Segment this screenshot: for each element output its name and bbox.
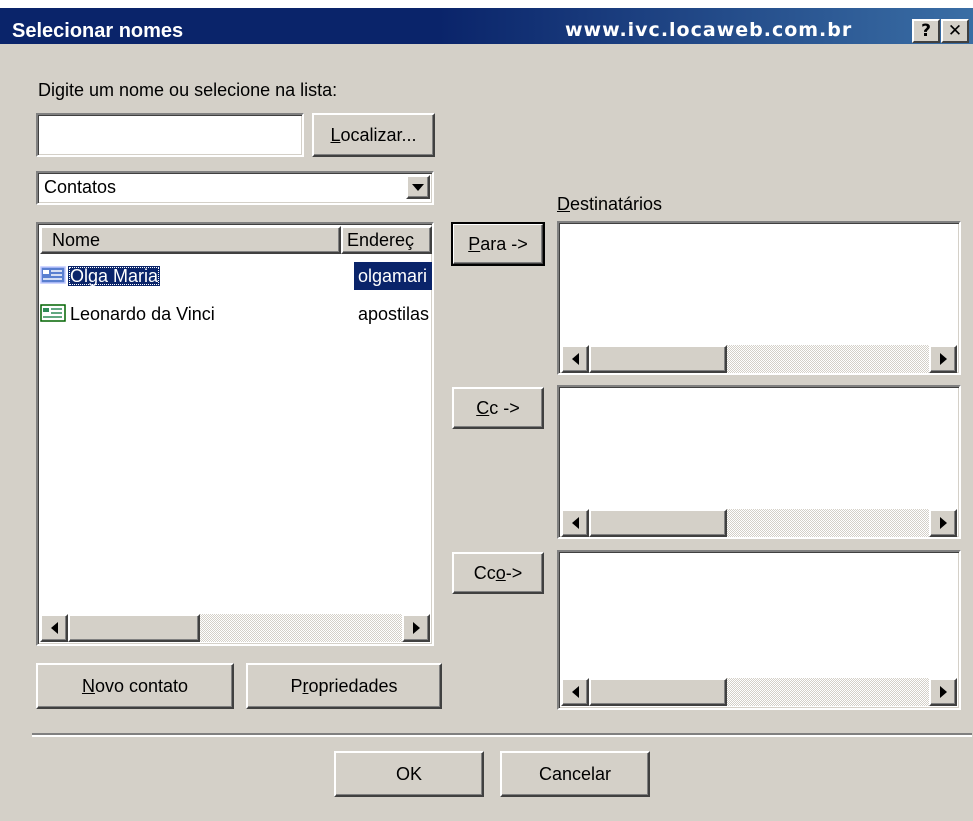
to-button[interactable]: Para -> bbox=[451, 222, 545, 266]
new-contact-mnemonic: N bbox=[81, 675, 95, 696]
search-prompt-label: Digite um nome ou selecione na lista: bbox=[38, 80, 338, 100]
column-header-address[interactable]: Endereç bbox=[341, 226, 432, 254]
arrow-left-icon bbox=[571, 517, 579, 529]
cc-recipients-field[interactable] bbox=[557, 385, 961, 539]
arrow-right-icon bbox=[939, 517, 947, 529]
cc-button[interactable]: Cc -> bbox=[452, 387, 544, 429]
to-button-label: ara -> bbox=[480, 233, 528, 254]
close-button[interactable]: ✕ bbox=[941, 19, 969, 43]
dropdown-arrow-button[interactable] bbox=[406, 175, 430, 199]
help-button[interactable]: ? bbox=[912, 19, 940, 43]
properties-button[interactable]: Pr opriedades bbox=[246, 663, 442, 709]
to-recipients-field[interactable] bbox=[557, 221, 961, 375]
contact-card-icon bbox=[40, 266, 66, 284]
arrow-right-icon bbox=[939, 686, 947, 698]
arrow-left-icon bbox=[571, 686, 579, 698]
arrow-right-icon bbox=[412, 622, 420, 634]
scroll-left-button[interactable] bbox=[561, 345, 589, 373]
to-button-mnemonic: P bbox=[468, 233, 481, 254]
contacts-hscrollbar[interactable] bbox=[40, 614, 430, 642]
contact-address: olgamari bbox=[354, 262, 432, 290]
bcc-button-label-start: Cc bbox=[473, 562, 496, 583]
find-button[interactable]: Localizar... bbox=[312, 113, 435, 157]
address-book-select[interactable]: Contatos bbox=[36, 171, 434, 205]
contact-name: Leonardo da Vinci bbox=[70, 304, 215, 324]
properties-label-start: P bbox=[290, 675, 303, 696]
scroll-thumb[interactable] bbox=[589, 509, 727, 537]
contact-row[interactable]: Leonardo da Vinci apostilas bbox=[40, 300, 432, 328]
address-book-selected: Contatos bbox=[44, 177, 117, 197]
contacts-list[interactable]: Nome Endereç Olga Maria olgamari Leonard… bbox=[36, 222, 434, 646]
cc-button-mnemonic: C bbox=[476, 397, 490, 418]
ok-button[interactable]: OK bbox=[334, 751, 484, 797]
scroll-right-button[interactable] bbox=[929, 345, 957, 373]
scroll-right-button[interactable] bbox=[402, 614, 430, 642]
scroll-thumb[interactable] bbox=[589, 678, 727, 706]
footer-separator-highlight bbox=[32, 735, 972, 737]
arrow-left-icon bbox=[50, 622, 58, 634]
select-names-dialog: Selecionar nomes www.ivc.locaweb.com.br … bbox=[0, 0, 973, 821]
scroll-right-button[interactable] bbox=[929, 678, 957, 706]
cc-button-label: c -> bbox=[489, 397, 520, 418]
cancel-button[interactable]: Cancelar bbox=[500, 751, 650, 797]
scroll-thumb[interactable] bbox=[68, 614, 200, 642]
contact-row[interactable]: Olga Maria olgamari bbox=[40, 262, 432, 290]
scroll-left-button[interactable] bbox=[561, 678, 589, 706]
bcc-button-label-end: -> bbox=[505, 562, 523, 583]
scroll-right-button[interactable] bbox=[929, 509, 957, 537]
bcc-button-mnemonic: o bbox=[495, 562, 506, 583]
contact-card-icon bbox=[40, 304, 66, 322]
new-contact-label: ovo contato bbox=[94, 675, 189, 696]
chevron-down-icon bbox=[412, 183, 424, 191]
scroll-left-button[interactable] bbox=[40, 614, 68, 642]
find-button-mnemonic: L bbox=[330, 124, 341, 145]
to-hscrollbar[interactable] bbox=[561, 345, 957, 373]
column-header-name[interactable]: Nome bbox=[40, 226, 341, 254]
scroll-left-button[interactable] bbox=[561, 509, 589, 537]
bcc-hscrollbar[interactable] bbox=[561, 678, 957, 706]
title-bar: Selecionar nomes www.ivc.locaweb.com.br … bbox=[0, 0, 973, 44]
bcc-button[interactable]: Cc o -> bbox=[452, 552, 544, 594]
recipients-label-text: estinatários bbox=[570, 194, 663, 214]
close-icon: ✕ bbox=[947, 21, 963, 41]
title-url-text: www.ivc.locaweb.com.br bbox=[565, 19, 853, 41]
contact-name: Olga Maria bbox=[68, 266, 161, 286]
arrow-right-icon bbox=[939, 353, 947, 365]
scroll-thumb[interactable] bbox=[589, 345, 727, 373]
bcc-recipients-field[interactable] bbox=[557, 550, 961, 710]
new-contact-button[interactable]: Novo contato bbox=[36, 663, 234, 709]
contact-address: apostilas bbox=[358, 304, 430, 324]
find-button-label: ocalizar... bbox=[340, 124, 417, 145]
properties-label-end: opriedades bbox=[308, 675, 398, 696]
cc-hscrollbar[interactable] bbox=[561, 509, 957, 537]
arrow-left-icon bbox=[571, 353, 579, 365]
window-title: Selecionar nomes bbox=[12, 20, 184, 42]
name-search-input[interactable] bbox=[36, 113, 304, 157]
recipients-label: Destinatários bbox=[557, 194, 662, 215]
recipients-label-mnemonic: D bbox=[557, 194, 570, 214]
